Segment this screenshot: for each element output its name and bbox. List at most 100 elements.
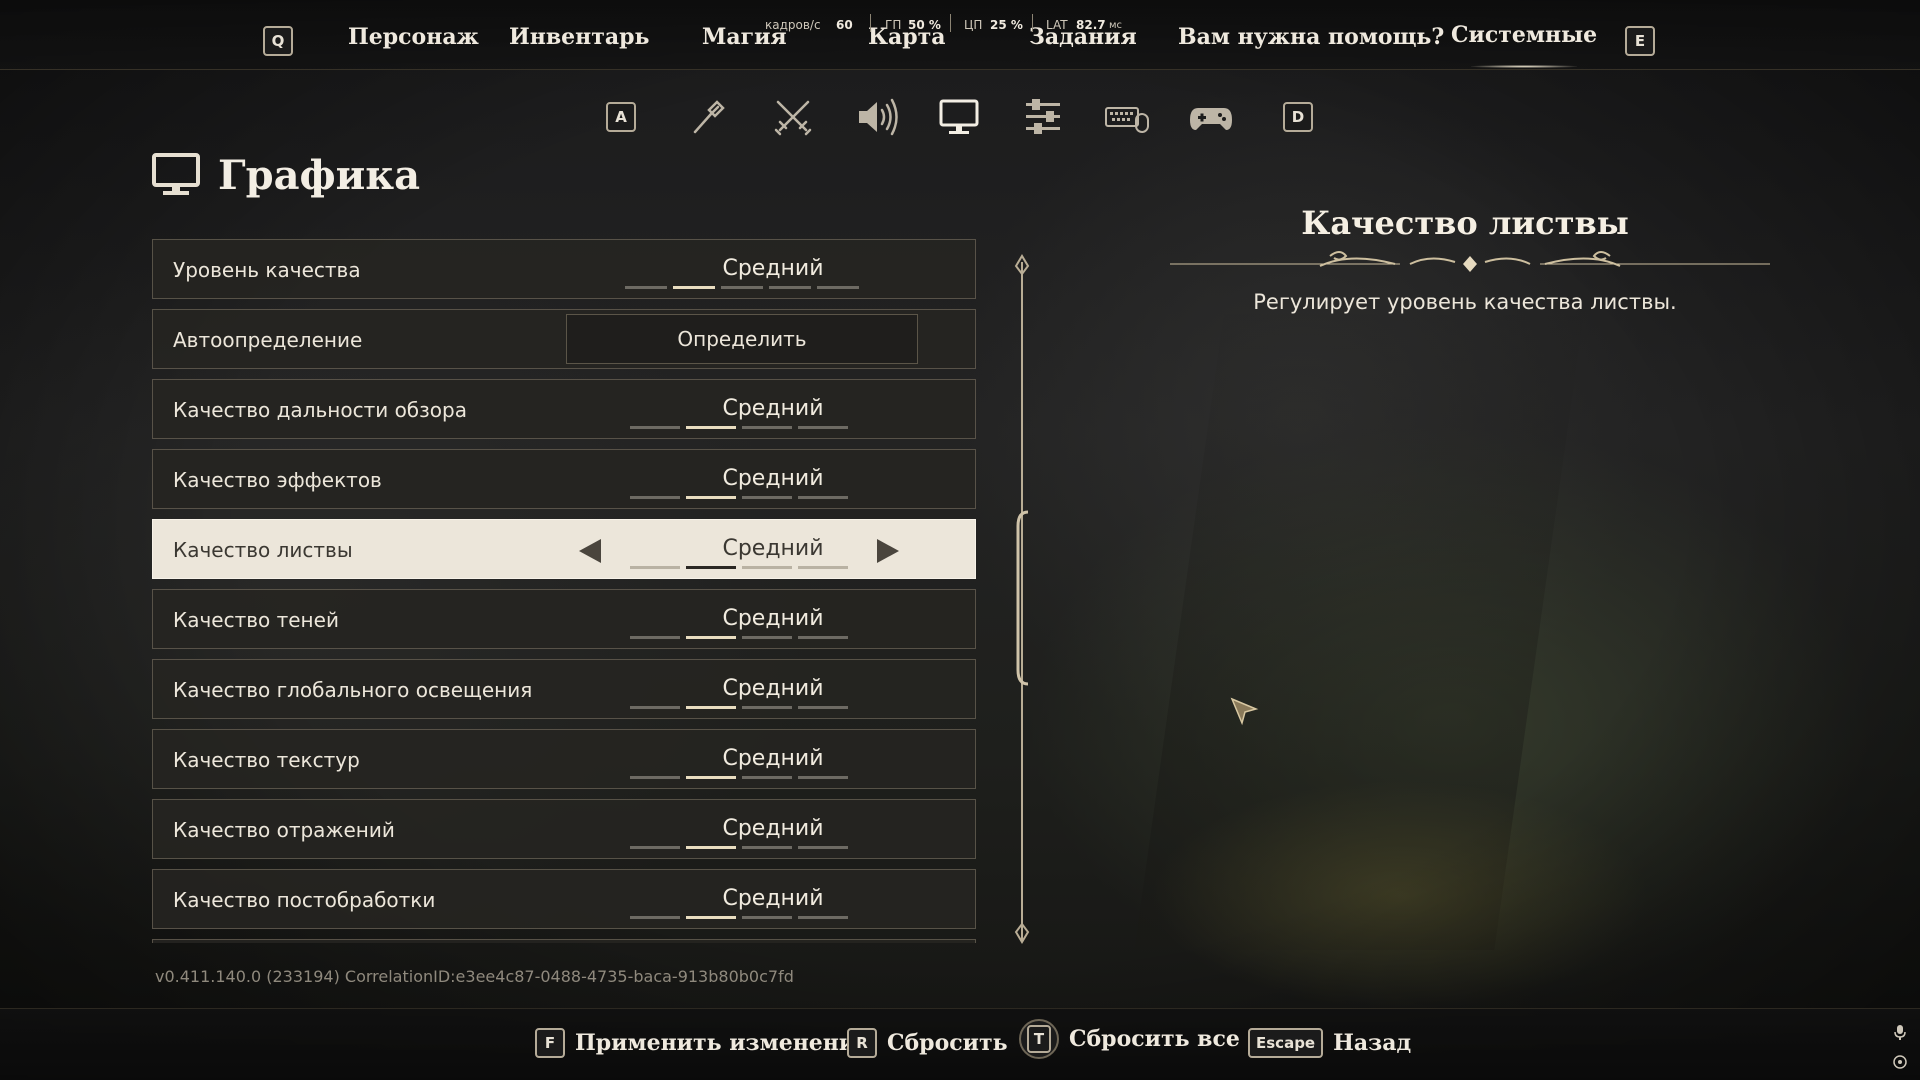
setting-level-indicator xyxy=(625,286,859,289)
setting-foliage[interactable]: Качество листвы Средний xyxy=(152,519,976,579)
key-hint: R xyxy=(847,1028,877,1058)
level-segment xyxy=(630,916,680,919)
setting-level-indicator xyxy=(630,706,848,709)
level-segment-active xyxy=(673,286,715,289)
setting-label: Качество эффектов xyxy=(173,468,382,492)
reset-button[interactable]: R Сбросить xyxy=(847,1026,1008,1060)
mouse-cursor-icon xyxy=(1230,697,1260,727)
fps-label: кадров/с xyxy=(765,18,821,32)
cpu-label: ЦП xyxy=(964,18,983,32)
setting-value: Средний xyxy=(722,816,824,841)
settings-scrollbar[interactable] xyxy=(1012,250,1032,950)
setting-value: Средний xyxy=(722,746,824,771)
cpu-value: 25 % xyxy=(990,18,1023,32)
latency-label: LAT xyxy=(1046,18,1068,32)
level-segment xyxy=(769,286,811,289)
gpu-value: 50 % xyxy=(908,18,941,32)
tab-character[interactable]: Персонаж xyxy=(348,24,479,50)
perf-divider xyxy=(870,14,871,32)
setting-effects[interactable]: Качество эффектов Средний xyxy=(152,449,976,509)
setting-autodetect: Автоопределение Определить xyxy=(152,309,976,369)
action-label: Сбросить xyxy=(887,1030,1008,1056)
page-title-icon xyxy=(151,151,203,199)
level-segment-active xyxy=(686,496,736,499)
settings-list: Уровень качества Средний Автоопределение… xyxy=(152,239,977,943)
setting-global-illumination[interactable]: Качество глобального освещения Средний xyxy=(152,659,976,719)
level-segment xyxy=(742,496,792,499)
detect-button[interactable]: Определить xyxy=(566,314,918,364)
level-segment xyxy=(798,566,848,569)
setting-value: Средний xyxy=(722,466,824,491)
back-button[interactable]: Escape Назад xyxy=(1248,1026,1411,1060)
setting-textures[interactable]: Качество текстур Средний xyxy=(152,729,976,789)
setting-label: Качество текстур xyxy=(173,748,360,772)
microphone-icon xyxy=(1892,1024,1908,1040)
level-segment-active xyxy=(686,426,736,429)
perf-divider xyxy=(1032,14,1033,32)
level-segment xyxy=(742,706,792,709)
setting-label: Автоопределение xyxy=(173,328,363,352)
background-foliage xyxy=(1150,780,1650,1010)
torch-icon[interactable] xyxy=(683,92,733,142)
crossed-swords-icon[interactable] xyxy=(768,92,818,142)
tab-inventory[interactable]: Инвентарь xyxy=(509,24,649,50)
gpu-label: ГП xyxy=(885,18,902,32)
level-segment-active xyxy=(686,636,736,639)
speaker-icon[interactable] xyxy=(851,92,901,142)
key-hint-hold: T xyxy=(1019,1019,1059,1059)
setting-level-indicator xyxy=(630,636,848,639)
action-label: Применить изменения xyxy=(575,1030,872,1056)
gamepad-icon[interactable] xyxy=(1186,92,1236,142)
setting-label: Качество листвы xyxy=(173,538,353,562)
setting-next-partial[interactable] xyxy=(152,939,976,943)
reset-all-button[interactable]: T Сбросить все xyxy=(1019,1019,1240,1059)
tab-help[interactable]: Вам нужна помощь? xyxy=(1178,24,1444,50)
apply-changes-button[interactable]: F Применить изменения xyxy=(535,1026,871,1060)
setting-postprocessing[interactable]: Качество постобработки Средний xyxy=(152,869,976,929)
level-segment xyxy=(798,916,848,919)
level-segment xyxy=(798,496,848,499)
setting-level-indicator xyxy=(630,776,848,779)
setting-level-indicator xyxy=(630,566,848,569)
monitor-icon[interactable] xyxy=(934,92,984,142)
arrow-left-icon[interactable] xyxy=(579,539,601,563)
level-segment-active xyxy=(686,846,736,849)
level-segment xyxy=(798,776,848,779)
setting-view-distance[interactable]: Качество дальности обзора Средний xyxy=(152,379,976,439)
page-title: Графика xyxy=(218,152,421,199)
level-segment xyxy=(742,636,792,639)
perf-divider xyxy=(950,14,951,32)
level-segment xyxy=(742,566,792,569)
setting-level-indicator xyxy=(630,496,848,499)
category-next-key[interactable]: D xyxy=(1283,102,1313,132)
nav-next-key[interactable]: E xyxy=(1625,26,1655,56)
setting-reflections[interactable]: Качество отражений Средний xyxy=(152,799,976,859)
level-segment xyxy=(630,776,680,779)
fps-value: 60 xyxy=(836,18,853,32)
level-segment-active xyxy=(686,916,736,919)
level-segment xyxy=(742,846,792,849)
setting-level-indicator xyxy=(630,916,848,919)
tab-system[interactable]: Системные xyxy=(1451,22,1597,68)
setting-label: Качество отражений xyxy=(173,818,395,842)
settings-small-icon xyxy=(1892,1054,1908,1070)
setting-level-indicator xyxy=(630,426,848,429)
setting-value: Средний xyxy=(722,606,824,631)
nav-prev-key[interactable]: Q xyxy=(263,26,293,56)
category-prev-key[interactable]: A xyxy=(606,102,636,132)
setting-value: Средний xyxy=(722,396,824,421)
setting-label: Качество глобального освещения xyxy=(173,678,533,702)
arrow-right-icon[interactable] xyxy=(877,539,899,563)
setting-value: Средний xyxy=(722,256,824,281)
level-segment xyxy=(798,426,848,429)
setting-label: Качество теней xyxy=(173,608,339,632)
setting-value: Средний xyxy=(722,676,824,701)
keyboard-mouse-icon[interactable] xyxy=(1102,92,1152,142)
sliders-icon[interactable] xyxy=(1018,92,1068,142)
level-segment xyxy=(798,636,848,639)
setting-quality-level[interactable]: Уровень качества Средний xyxy=(152,239,976,299)
setting-shadows[interactable]: Качество теней Средний xyxy=(152,589,976,649)
level-segment xyxy=(742,426,792,429)
level-segment-active xyxy=(686,706,736,709)
level-segment xyxy=(721,286,763,289)
